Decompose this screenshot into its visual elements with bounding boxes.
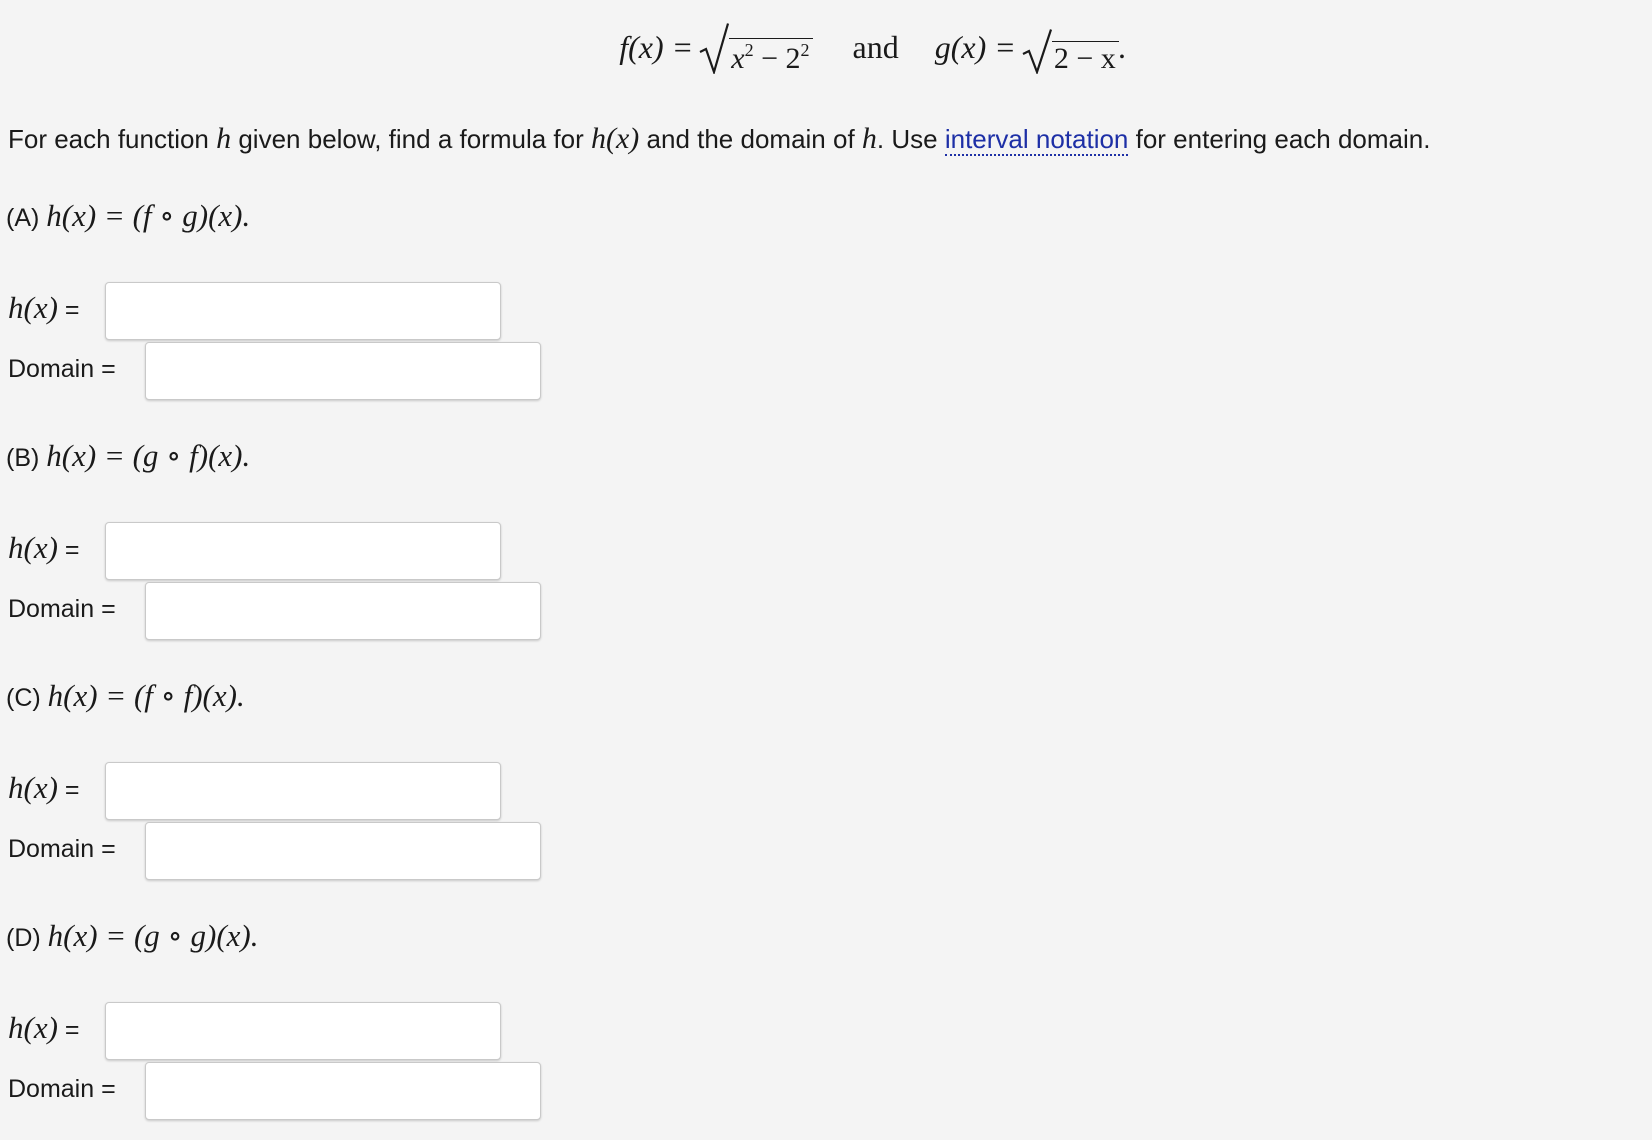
- part-letter: (B): [6, 444, 47, 472]
- part-a-domain-label: Domain =: [8, 355, 116, 383]
- part-a-domain-input[interactable]: [145, 342, 541, 400]
- instruction-text: For each function h given below, find a …: [8, 122, 1430, 156]
- part-c-hx-label: h(x) =: [8, 770, 79, 806]
- part-c-domain-input[interactable]: [145, 822, 541, 880]
- f-definition-label: f(x) =: [619, 29, 694, 65]
- part-letter: (D): [6, 924, 48, 952]
- part-d-hx-label: h(x) =: [8, 1010, 79, 1046]
- function-definitions: f(x) = x2 − 22 and g(x) = 2 − x .: [0, 22, 1652, 82]
- f-radicand: x2 − 22: [729, 38, 813, 75]
- part-d-heading: (D) h(x) = (g ∘ g)(x).: [6, 918, 258, 954]
- radical-sign-icon: [699, 23, 730, 74]
- g-definition-label: g(x) =: [934, 29, 1016, 65]
- part-c-domain-label: Domain =: [8, 835, 116, 863]
- g-sqrt: 2 − x: [1022, 28, 1119, 74]
- part-formula: h(x) = (f ∘ g)(x).: [46, 198, 251, 233]
- part-b-heading: (B) h(x) = (g ∘ f)(x).: [6, 438, 250, 474]
- instruction-part: . Use: [876, 124, 945, 154]
- h-symbol: h: [216, 122, 232, 155]
- g-radicand: 2 − x: [1051, 41, 1119, 74]
- part-b-hx-label: h(x) =: [8, 530, 79, 566]
- part-d-domain-input[interactable]: [145, 1062, 541, 1120]
- part-b-domain-label: Domain =: [8, 595, 116, 623]
- g-period: .: [1118, 29, 1127, 65]
- f-radicand-exp2: 2: [800, 40, 810, 60]
- part-c-hx-input[interactable]: [105, 762, 501, 820]
- part-c-heading: (C) h(x) = (f ∘ f)(x).: [6, 678, 245, 714]
- interval-notation-link[interactable]: interval notation: [944, 124, 1129, 156]
- part-letter: (A): [6, 204, 47, 232]
- instruction-part: for entering each domain.: [1128, 124, 1431, 154]
- h-symbol: h: [861, 122, 877, 155]
- instruction-part: For each function: [8, 124, 217, 154]
- part-formula: h(x) = (f ∘ f)(x).: [47, 678, 245, 713]
- part-formula: h(x) = (g ∘ f)(x).: [46, 438, 251, 473]
- part-a-heading: (A) h(x) = (f ∘ g)(x).: [6, 198, 250, 234]
- and-word: and: [852, 29, 899, 65]
- part-d-hx-input[interactable]: [105, 1002, 501, 1060]
- hx-label: h(x): [8, 770, 58, 805]
- equals-sign: =: [57, 1016, 80, 1044]
- part-d-domain-label: Domain =: [8, 1075, 116, 1103]
- f-radicand-mid: − 2: [753, 42, 801, 75]
- hx-label: h(x): [8, 290, 58, 325]
- part-a-hx-label: h(x) =: [8, 290, 79, 326]
- instruction-part: given below, find a formula for: [231, 124, 591, 154]
- part-b-domain-input[interactable]: [145, 582, 541, 640]
- f-radicand-x: x: [731, 42, 745, 75]
- part-a-hx-input[interactable]: [105, 282, 501, 340]
- equals-sign: =: [57, 776, 80, 804]
- hx-label: h(x): [8, 1010, 58, 1045]
- part-formula: h(x) = (g ∘ g)(x).: [47, 918, 259, 953]
- equals-sign: =: [57, 536, 80, 564]
- f-radicand-exp1: 2: [744, 40, 754, 60]
- hx-label: h(x): [8, 530, 58, 565]
- radical-sign-icon: [1022, 29, 1052, 74]
- part-letter: (C): [6, 684, 48, 712]
- equals-sign: =: [57, 296, 80, 324]
- instruction-part: and the domain of: [639, 124, 862, 154]
- hx-symbol: h(x): [591, 122, 640, 155]
- f-sqrt: x2 − 22: [699, 22, 813, 75]
- part-b-hx-input[interactable]: [105, 522, 501, 580]
